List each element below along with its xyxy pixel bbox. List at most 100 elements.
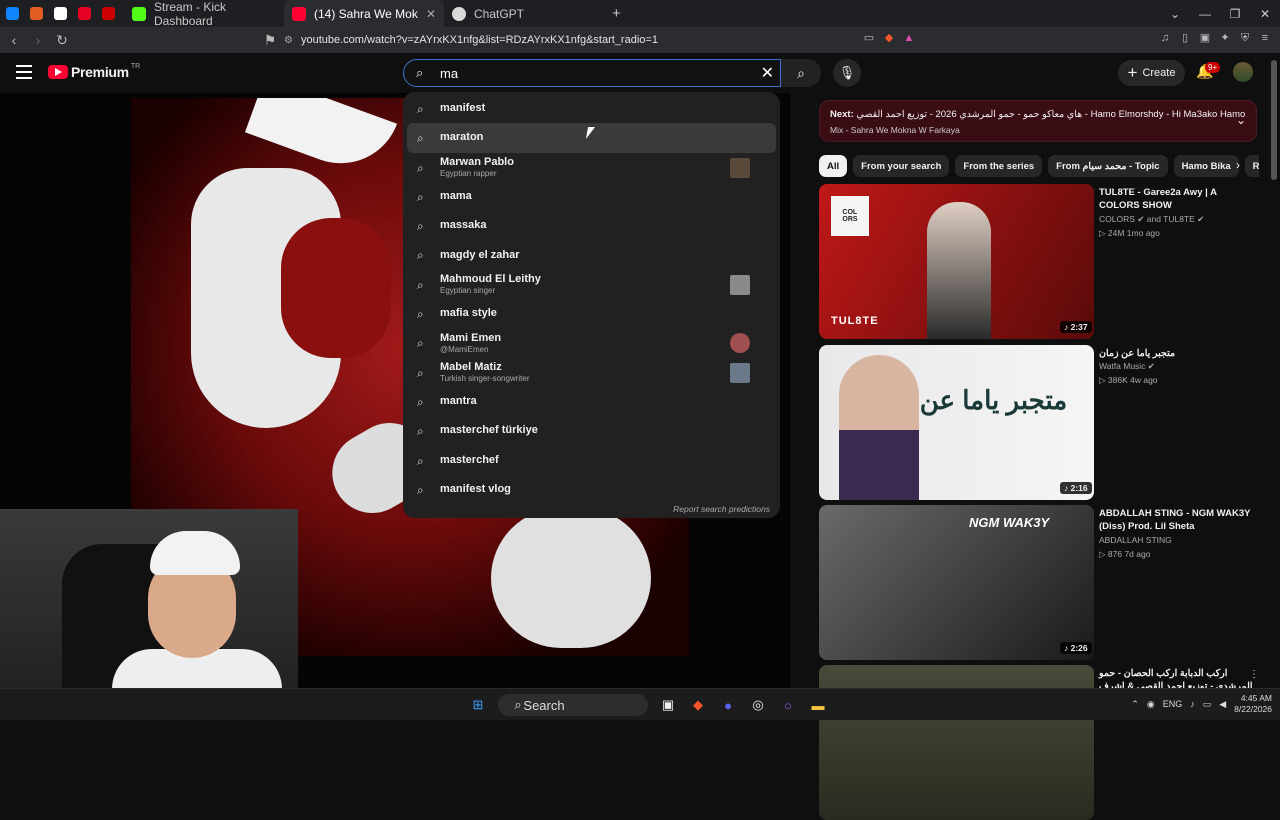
brave-browser-icon[interactable]: ◆ [688, 695, 708, 715]
maximize-icon[interactable]: ❐ [1220, 7, 1250, 21]
search-suggestion[interactable]: ⌕ Mabel Matiz Turkish singer-songwriter [403, 358, 780, 387]
cast-icon[interactable]: ▭ [862, 31, 876, 45]
voice-search-button[interactable]: 🎙 [833, 59, 861, 87]
mic-tray-icon[interactable]: ♪ [1190, 699, 1195, 709]
language-indicator[interactable]: ENG [1163, 699, 1183, 709]
app-icon[interactable]: ○ [778, 695, 798, 715]
leo-icon[interactable]: ✦ [1218, 31, 1232, 45]
search-suggestion[interactable]: ⌕ magdy el zahar [403, 240, 780, 269]
recommended-video[interactable]: NGM WAK3Y ♪ 2:26 ABDALLAH STING - NGM WAK3… [819, 505, 1259, 660]
bluesky-icon [5, 7, 19, 20]
pinned-tab[interactable] [0, 0, 24, 27]
search-suggestion[interactable]: ⌕ Marwan Pablo Egyptian rapper [403, 153, 780, 182]
recommended-video[interactable]: TUL8TE COL ORS ♪ 2:37 TUL8TE - Garee2a Awy |… [819, 184, 1259, 339]
search-suggestion[interactable]: ⌕ masterchef [403, 446, 780, 475]
pinned-tab[interactable] [96, 0, 120, 27]
new-tab-button[interactable]: + [604, 0, 629, 27]
tab-chatgpt[interactable]: ChatGPT [444, 0, 604, 27]
filter-chip[interactable]: Re [1244, 155, 1259, 177]
report-predictions-link[interactable]: Report search predictions [673, 504, 770, 514]
video-thumbnail[interactable]: NGM WAK3Y [819, 505, 1094, 660]
search-suggestion[interactable]: ⌕ mantra [403, 387, 780, 416]
avatar[interactable] [1233, 62, 1253, 82]
vpn-icon[interactable]: ⛨ [1238, 31, 1252, 45]
minimize-icon[interactable]: — [1190, 7, 1220, 21]
filter-chip[interactable]: Hamo Bika [1173, 155, 1239, 177]
filter-chip[interactable]: From محمد سيام - Topic [1048, 155, 1168, 177]
search-suggestion[interactable]: ⌕ massaka [403, 211, 780, 240]
more-options-icon[interactable]: ⋮ [1249, 669, 1259, 680]
kick-icon [132, 6, 146, 21]
media-icon[interactable]: ♫ [1158, 31, 1172, 45]
suggestion-subtitle: Egyptian rapper [440, 168, 497, 178]
next-up-panel[interactable]: Next: هاي معاكو حمو - حمو المرشدي 2026 -… [819, 100, 1257, 142]
channel-name[interactable]: ABDALLAH STING [1099, 535, 1172, 545]
volume-icon[interactable]: ◀ [1219, 699, 1226, 710]
suggestion-text: mantra [440, 395, 477, 408]
pinned-tab[interactable] [48, 0, 72, 27]
back-icon[interactable]: ‹ [4, 32, 24, 48]
search-suggestion[interactable]: ⌕ manifest [403, 94, 780, 123]
video-meta: ▷ 876 7d ago [1099, 549, 1151, 559]
filter-chip[interactable]: From your search [853, 155, 950, 177]
pinned-tab[interactable] [24, 0, 48, 27]
search-suggestion[interactable]: ⌕ mafia style [403, 299, 780, 328]
search-box[interactable]: ⌕ ma ✕ [403, 59, 781, 87]
clock[interactable]: 4:45 AM 8/22/2026 [1234, 693, 1272, 715]
search-icon: ⌕ [417, 131, 424, 146]
search-suggestion[interactable]: ⌕ manifest vlog [403, 475, 780, 504]
wallet-icon[interactable]: ▣ [1198, 31, 1212, 45]
tab-youtube[interactable]: (14) Sahra We Mokna W Farkaya ✕ [284, 0, 444, 27]
menu-icon[interactable]: ≡ [1258, 31, 1272, 45]
sidebar-icon[interactable]: ▯ [1178, 31, 1192, 45]
clear-search-icon[interactable]: ✕ [761, 63, 774, 83]
file-explorer-icon[interactable]: ▬ [808, 695, 828, 715]
rewards-icon[interactable]: ▲ [902, 31, 916, 45]
chevron-down-icon[interactable]: ⌄ [1236, 113, 1246, 127]
tray-overflow-icon[interactable]: ⌃ [1131, 699, 1139, 710]
bookmark-icon[interactable]: ⚑ [260, 32, 280, 49]
task-view-icon[interactable]: ▣ [658, 695, 678, 715]
search-button[interactable]: ⌕ [781, 59, 821, 87]
search-suggestion[interactable]: ⌕ Mahmoud El Leithy Egyptian singer [403, 270, 780, 299]
colors-logo: COL ORS [831, 196, 869, 236]
scrollbar[interactable] [1271, 60, 1277, 180]
tab-kick[interactable]: Stream - Kick Dashboard [124, 0, 284, 28]
recommended-video[interactable]: متجبر ياما عن زمان ♪ 2:16 متجبر ياما عن زم… [819, 345, 1259, 500]
suggestion-text: masterchef türkiye [440, 424, 538, 437]
close-window-icon[interactable]: ✕ [1250, 7, 1280, 21]
channel-name[interactable]: Watfa Music ✔ [1099, 361, 1155, 372]
brave-shields-icon[interactable]: ◆ [882, 31, 896, 45]
search-icon: ⌕ [417, 482, 424, 497]
search-suggestion[interactable]: ⌕ Mami Emen @MamiEmen [403, 328, 780, 357]
address-bar[interactable]: ⚙ youtube.com/watch?v=zAYrxKX1nfg&list=R… [284, 31, 658, 49]
video-title[interactable]: ABDALLAH STING - NGM WAK3Y (Diss) Prod. … [1099, 507, 1259, 533]
site-info-icon[interactable]: ⚙ [284, 35, 293, 46]
network-tray-icon[interactable]: ◉ [1147, 699, 1155, 710]
guide-menu-icon[interactable] [16, 65, 32, 79]
video-title[interactable]: TUL8TE - Garee2a Awy | A COLORS SHOW [1099, 186, 1259, 212]
taskbar-search[interactable]: ⌕ Search [498, 694, 648, 716]
search-input[interactable]: ma [440, 66, 761, 81]
create-button[interactable]: + Create [1118, 60, 1185, 86]
display-icon[interactable]: ▭ [1203, 699, 1212, 710]
search-suggestion[interactable]: ⌕ mama [403, 182, 780, 211]
youtube-logo[interactable]: Premium TR [48, 63, 140, 80]
pinned-tab[interactable] [72, 0, 96, 27]
tab-search-icon[interactable]: ⌄ [1160, 7, 1190, 21]
video-thumbnail[interactable]: متجبر ياما عن زمان [819, 345, 1094, 500]
close-tab-icon[interactable]: ✕ [426, 7, 436, 21]
discord-icon[interactable]: ● [718, 695, 738, 715]
forward-icon[interactable]: › [28, 32, 48, 48]
filter-chip[interactable]: From the series [955, 155, 1043, 177]
youtube-icon [292, 6, 306, 21]
video-thumbnail[interactable]: TUL8TE COL ORS [819, 184, 1094, 339]
channel-name[interactable]: COLORS ✔ and TUL8TE ✔ [1099, 214, 1204, 225]
windows-start-icon[interactable]: ⊞ [468, 695, 488, 715]
obs-icon[interactable]: ◎ [748, 695, 768, 715]
filter-chip[interactable]: All [819, 155, 848, 177]
chevron-right-icon[interactable]: › [1236, 158, 1240, 172]
search-suggestion[interactable]: ⌕ masterchef türkiye [403, 416, 780, 445]
reload-icon[interactable]: ↻ [52, 32, 72, 49]
video-title[interactable]: متجبر ياما عن زمان [1099, 347, 1259, 360]
